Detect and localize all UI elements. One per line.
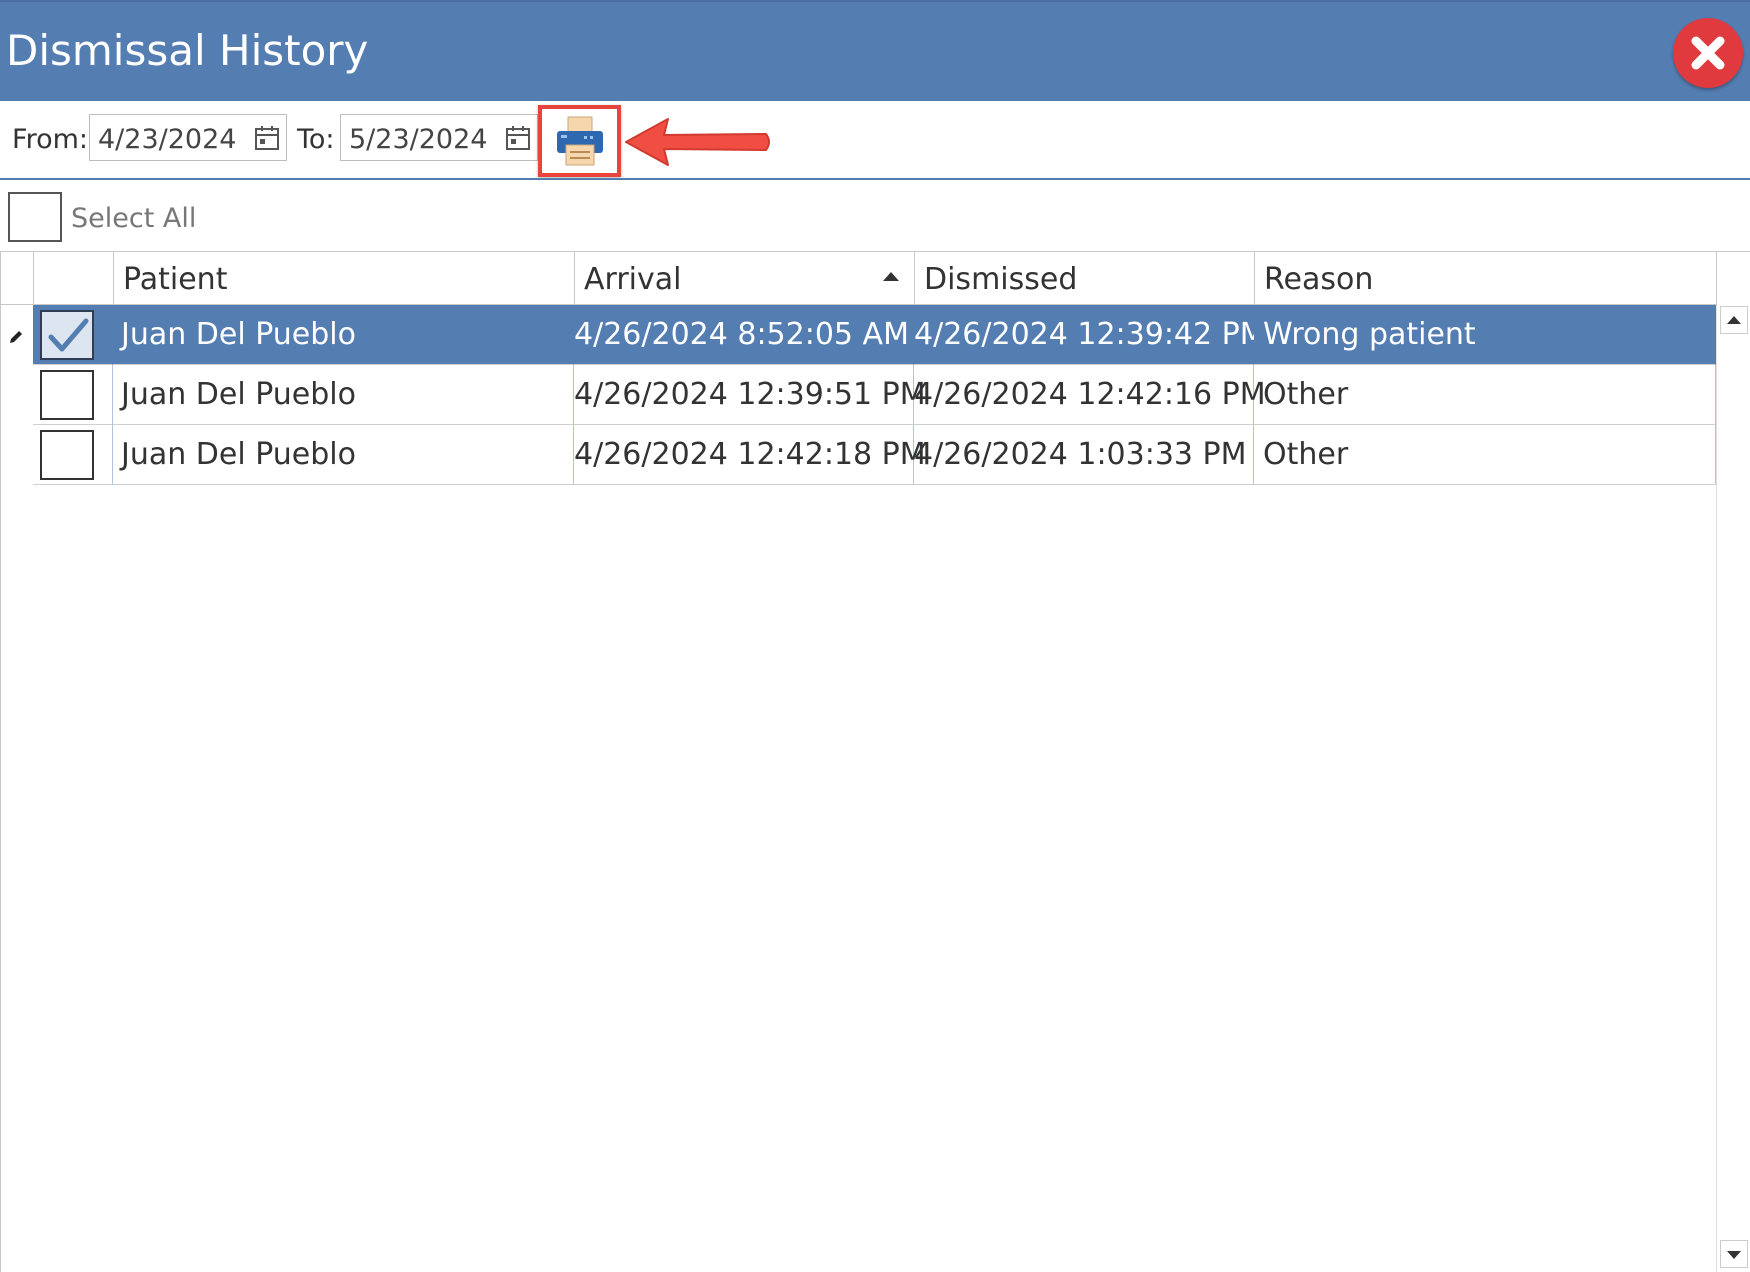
row-checkbox-cell[interactable] [33, 305, 113, 365]
patient-cell[interactable]: Juan Del Pueblo [113, 425, 574, 485]
reason-cell[interactable]: Wrong patient [1254, 305, 1716, 365]
reason-cell[interactable]: Other [1254, 365, 1716, 425]
reason-text: Wrong patient [1263, 317, 1476, 352]
scroll-up-button[interactable] [1720, 306, 1748, 334]
table-row[interactable]: Juan Del Pueblo 4/26/2024 8:52:05 AM 4/2… [0, 305, 1716, 365]
select-all-checkbox[interactable] [8, 192, 62, 242]
checkbox-column-header[interactable] [34, 252, 114, 305]
dismissed-cell[interactable]: 4/26/2024 12:42:16 PM [914, 365, 1266, 425]
column-header-label: Reason [1264, 262, 1374, 297]
to-date-picker[interactable]: 5/23/2024 [340, 114, 538, 161]
pencil-icon [10, 331, 22, 343]
scroll-down-button[interactable] [1720, 1240, 1748, 1268]
column-header-arrival[interactable]: Arrival [575, 252, 915, 305]
sort-ascending-icon [883, 272, 899, 281]
arrival-cell[interactable]: 4/26/2024 12:42:18 PM [574, 425, 926, 485]
arrival-cell[interactable]: 4/26/2024 8:52:05 AM [574, 305, 914, 365]
close-button[interactable] [1673, 18, 1743, 88]
select-all-label[interactable]: Select All [71, 203, 196, 234]
calendar-icon[interactable] [505, 125, 531, 151]
arrival-time: 4/26/2024 8:52:05 AM [574, 317, 909, 352]
dismissed-cell[interactable]: 4/26/2024 12:39:42 PM [914, 305, 1266, 365]
reason-cell[interactable]: Other [1254, 425, 1716, 485]
dismissed-cell[interactable]: 4/26/2024 1:03:33 PM [914, 425, 1254, 485]
column-header-reason[interactable]: Reason [1255, 252, 1717, 305]
to-date-value[interactable]: 5/23/2024 [349, 124, 487, 155]
printer-icon [557, 116, 603, 166]
toolbar-separator [0, 178, 1750, 180]
row-indicator-header [1, 252, 34, 305]
arrival-cell[interactable]: 4/26/2024 12:39:51 PM [574, 365, 926, 425]
from-date-value[interactable]: 4/23/2024 [98, 124, 236, 155]
row-checkbox-cell[interactable] [33, 425, 113, 485]
row-checkbox[interactable] [40, 310, 94, 360]
column-header-dismissed[interactable]: Dismissed [915, 252, 1255, 305]
red-arrow-icon [625, 118, 770, 166]
patient-name: Juan Del Pueblo [121, 377, 356, 412]
vertical-scrollbar[interactable] [1716, 305, 1750, 1272]
patient-cell[interactable]: Juan Del Pueblo [113, 365, 574, 425]
filter-toolbar: From: 4/23/2024 To: 5/23/2024 [0, 101, 1750, 179]
window-title: Dismissal History [6, 26, 369, 75]
column-header-label: Patient [123, 262, 228, 297]
row-checkbox[interactable] [40, 370, 94, 420]
table-row[interactable]: Juan Del Pueblo 4/26/2024 12:42:18 PM 4/… [0, 425, 1716, 485]
checkmark-icon [48, 318, 89, 352]
arrival-time: 4/26/2024 12:42:18 PM [574, 437, 926, 472]
title-bar: Dismissal History [0, 0, 1750, 101]
dismissed-time: 4/26/2024 1:03:33 PM [914, 437, 1247, 472]
column-header-label: Arrival [584, 262, 682, 297]
row-checkbox[interactable] [40, 430, 94, 480]
arrival-time: 4/26/2024 12:39:51 PM [574, 377, 926, 412]
column-header-patient[interactable]: Patient [114, 252, 575, 305]
dismissed-time: 4/26/2024 12:39:42 PM [914, 317, 1266, 352]
row-checkbox-cell[interactable] [33, 365, 113, 425]
patient-name: Juan Del Pueblo [121, 437, 356, 472]
dismissed-time: 4/26/2024 12:42:16 PM [914, 377, 1266, 412]
print-button[interactable] [538, 105, 621, 177]
reason-text: Other [1263, 437, 1349, 472]
patient-name: Juan Del Pueblo [121, 317, 356, 352]
patient-cell[interactable]: Juan Del Pueblo [113, 305, 574, 365]
column-header-label: Dismissed [924, 262, 1078, 297]
calendar-icon[interactable] [254, 125, 280, 151]
to-label: To: [297, 124, 335, 155]
close-icon [1691, 36, 1725, 70]
table-row[interactable]: Juan Del Pueblo 4/26/2024 12:39:51 PM 4/… [0, 365, 1716, 425]
from-label: From: [12, 124, 88, 155]
reason-text: Other [1263, 377, 1349, 412]
from-date-picker[interactable]: 4/23/2024 [89, 114, 287, 161]
